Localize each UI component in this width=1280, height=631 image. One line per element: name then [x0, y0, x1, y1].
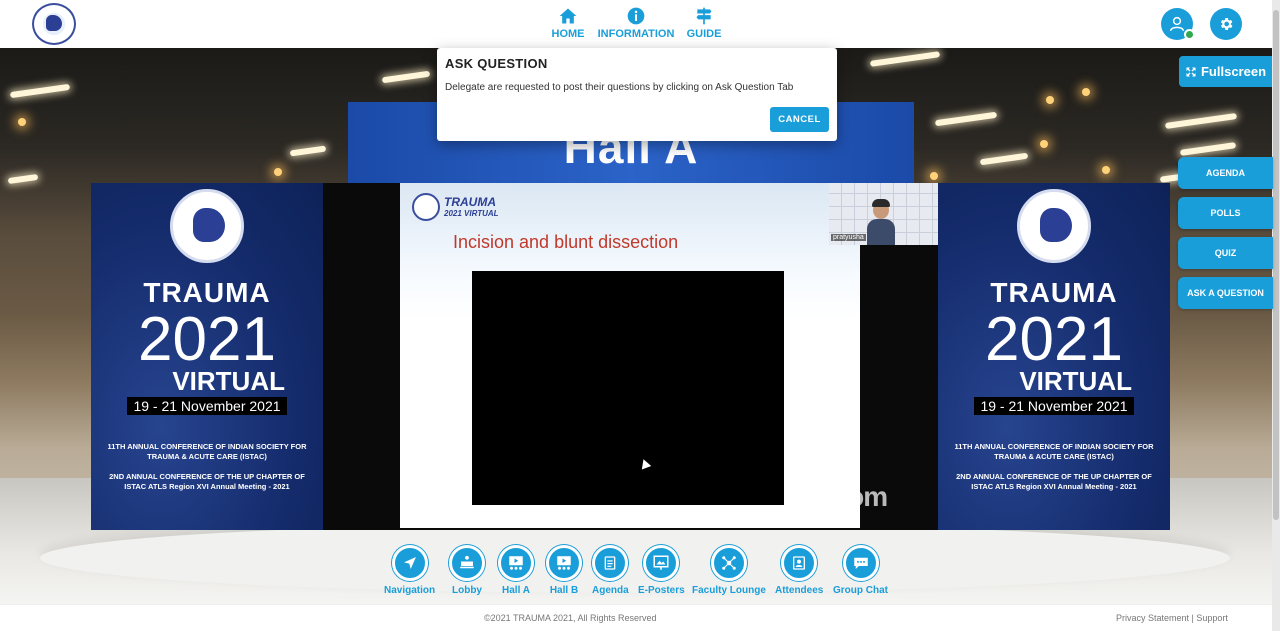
navigation-icon: [403, 557, 416, 569]
slide-brand-sub: 2021 VIRTUAL: [444, 209, 499, 218]
user-profile-button[interactable]: [1161, 8, 1195, 40]
bottom-nav-hall-a[interactable]: Hall A: [498, 545, 534, 596]
banner-year: 2021: [138, 305, 276, 374]
speaker-avatar: [867, 197, 895, 245]
bottom-nav-label: Navigation: [384, 585, 436, 596]
attendees-icon: [793, 556, 806, 570]
quiz-side-button[interactable]: QUIZ: [1178, 237, 1273, 269]
hall-b-icon: [557, 556, 571, 570]
nav-home[interactable]: HOME: [548, 6, 588, 40]
footer-links: Privacy Statement | Support: [1116, 613, 1228, 623]
bottom-nav-label: Lobby: [452, 585, 482, 596]
support-link[interactable]: Support: [1196, 613, 1228, 623]
banner-logo: [170, 189, 244, 263]
info-icon: [627, 7, 645, 25]
settings-button[interactable]: [1210, 8, 1242, 40]
bottom-nav-hall-b[interactable]: Hall B: [546, 545, 582, 596]
zoom-watermark: zoom: [818, 481, 888, 512]
bottom-nav-navigation[interactable]: Navigation: [384, 545, 435, 596]
hall-a-icon: [509, 556, 523, 570]
agenda-side-button[interactable]: AGENDA: [1178, 157, 1273, 189]
bottom-nav-faculty-lounge[interactable]: Faculty Lounge: [692, 545, 766, 596]
lobby-icon: [460, 555, 474, 569]
ask-question-dialog: ASK QUESTION Delegate are requested to p…: [437, 48, 837, 141]
bottom-nav-attendees[interactable]: Attendees: [775, 545, 823, 596]
bottom-nav-label: Faculty Lounge: [692, 585, 766, 596]
slide-logo: [412, 193, 440, 221]
video-area[interactable]: [472, 271, 784, 505]
fullscreen-button[interactable]: Fullscreen: [1179, 56, 1272, 87]
scrollbar-thumb[interactable]: [1273, 10, 1279, 520]
footer-copyright: ©2021 TRAUMA 2021, All Rights Reserved: [484, 613, 657, 623]
fullscreen-label: Fullscreen: [1200, 64, 1267, 79]
banner-logo: [1017, 189, 1091, 263]
bottom-nav-label: Hall B: [549, 585, 579, 596]
banner-subtitle: VIRTUAL: [1019, 366, 1132, 396]
nav-information[interactable]: INFORMATION: [597, 6, 675, 40]
main-nav: HOME INFORMATION GUIDE: [548, 6, 724, 40]
chat-icon: [853, 557, 868, 569]
video-screen[interactable]: TRAUMA 2021 VIRTUAL Incision and blunt d…: [323, 183, 938, 530]
bottom-nav-lobby[interactable]: Lobby: [449, 545, 485, 596]
banner-line2: 2ND ANNUAL CONFERENCE OF THE UP CHAPTER …: [109, 472, 305, 491]
bottom-nav-e-posters[interactable]: E-Posters: [638, 545, 685, 596]
signpost-icon: [696, 7, 712, 25]
left-banner: TRAUMA 2021 VIRTUAL 19 - 21 November 202…: [91, 183, 323, 530]
presentation-slide: TRAUMA 2021 VIRTUAL Incision and blunt d…: [400, 183, 860, 528]
poster-icon: [653, 555, 669, 570]
banner-line1: 11TH ANNUAL CONFERENCE OF INDIAN SOCIETY…: [107, 442, 307, 461]
banner-line1: 11TH ANNUAL CONFERENCE OF INDIAN SOCIETY…: [954, 442, 1154, 461]
bottom-nav-agenda[interactable]: Agenda: [592, 545, 629, 596]
banner-subtitle: VIRTUAL: [172, 366, 285, 396]
bottom-nav-label: Agenda: [592, 585, 629, 596]
banner-year: 2021: [985, 305, 1123, 374]
bottom-nav-label: Attendees: [775, 585, 824, 596]
bottom-nav-label: Group Chat: [833, 585, 888, 596]
mouse-cursor-icon: [638, 457, 652, 470]
slide-brand-title: TRAUMA: [444, 195, 496, 209]
user-icon: [1169, 16, 1185, 32]
network-icon: [722, 556, 736, 570]
footer: ©2021 TRAUMA 2021, All Rights Reserved P…: [0, 604, 1272, 631]
footer-separator: |: [1191, 613, 1194, 623]
dialog-message: Delegate are requested to post their que…: [445, 82, 794, 93]
banner-dates: 19 - 21 November 2021: [127, 397, 287, 415]
cancel-button[interactable]: CANCEL: [770, 107, 829, 132]
home-icon: [559, 8, 577, 24]
banner-line2: 2ND ANNUAL CONFERENCE OF THE UP CHAPTER …: [956, 472, 1152, 491]
bottom-nav: Navigation Lobby Hall A Hall B Agenda E-…: [0, 545, 1272, 603]
privacy-statement-link[interactable]: Privacy Statement: [1116, 613, 1189, 623]
top-bar: HOME INFORMATION GUIDE: [0, 0, 1272, 48]
banner-dates: 19 - 21 November 2021: [974, 397, 1134, 415]
speaker-thumbnail: pratyusha: [829, 183, 938, 245]
page-scrollbar[interactable]: [1272, 0, 1280, 631]
gear-icon: [1220, 18, 1233, 30]
nav-information-label: INFORMATION: [597, 28, 675, 40]
nav-guide-label: GUIDE: [686, 28, 722, 40]
agenda-icon: [604, 556, 616, 570]
expand-icon: [1186, 67, 1196, 76]
dialog-title: ASK QUESTION: [445, 56, 548, 71]
nav-guide[interactable]: GUIDE: [684, 6, 724, 40]
slide-title: Incision and blunt dissection: [453, 232, 679, 252]
right-banner: TRAUMA 2021 VIRTUAL 19 - 21 November 202…: [938, 183, 1170, 530]
polls-side-button[interactable]: POLLS: [1178, 197, 1273, 229]
nav-home-label: HOME: [551, 28, 585, 40]
bottom-nav-group-chat[interactable]: Group Chat: [833, 545, 888, 596]
bottom-nav-label: E-Posters: [638, 585, 685, 596]
speaker-name: pratyusha: [831, 234, 866, 241]
bottom-nav-label: Hall A: [502, 585, 530, 596]
slide-brand: TRAUMA 2021 VIRTUAL: [444, 195, 499, 219]
online-status-dot: [1184, 29, 1195, 40]
ask-question-side-button[interactable]: ASK A QUESTION: [1178, 277, 1273, 309]
istac-logo[interactable]: [32, 3, 76, 45]
